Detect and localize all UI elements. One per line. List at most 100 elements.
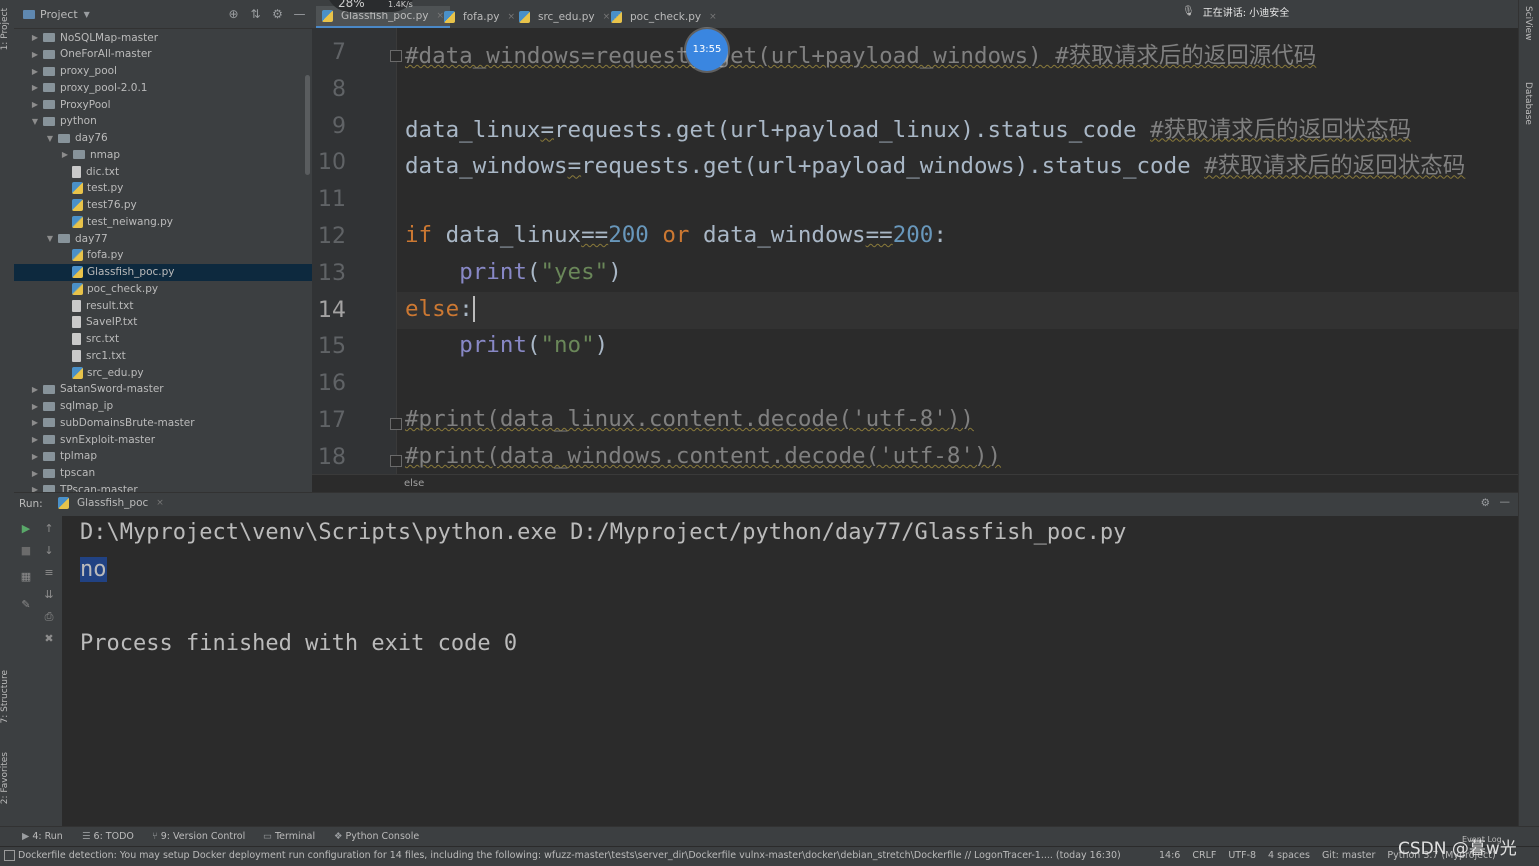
scroll-to-end-icon[interactable]: ⇊: [42, 588, 56, 602]
chevron-right-icon[interactable]: ▶: [30, 33, 40, 42]
soft-wrap-icon[interactable]: ≡: [42, 566, 56, 580]
chevron-down-icon[interactable]: ▼: [45, 234, 55, 243]
chevron-right-icon[interactable]: ▶: [30, 67, 40, 76]
chevron-right-icon[interactable]: ▶: [30, 402, 40, 411]
tree-item[interactable]: ▶ SatanSword-master: [14, 381, 312, 398]
code-line[interactable]: #print(data_windows.content.decode('utf-…: [405, 443, 1001, 469]
chevron-down-icon[interactable]: ▼: [84, 10, 90, 19]
project-tool-tab[interactable]: 1: Project: [0, 8, 14, 50]
project-title[interactable]: Project: [40, 8, 78, 21]
tree-item[interactable]: ▶ sqlmap_ip: [14, 398, 312, 415]
fold-marker-icon[interactable]: [390, 418, 402, 430]
editor-tab[interactable]: poc_check.py ×: [605, 6, 723, 28]
gear-icon[interactable]: ⚙: [271, 8, 284, 21]
tree-item[interactable]: test76.py: [14, 197, 312, 214]
chevron-right-icon[interactable]: ▶: [30, 485, 40, 492]
favorites-tool-tab[interactable]: 2: Favorites: [0, 752, 14, 804]
chevron-right-icon[interactable]: ▶: [30, 385, 40, 394]
run-console[interactable]: D:\Myproject\venv\Scripts\python.exe D:/…: [62, 516, 1518, 826]
file-encoding[interactable]: UTF-8: [1228, 850, 1256, 861]
tree-item[interactable]: src.txt: [14, 331, 312, 348]
layout-icon[interactable]: ▦: [19, 570, 33, 584]
tree-item[interactable]: ▶ subDomainsBrute-master: [14, 414, 312, 431]
tree-item[interactable]: ▶ proxy_pool: [14, 63, 312, 80]
editor-tab[interactable]: fofa.py ×: [438, 6, 521, 28]
chevron-right-icon[interactable]: ▶: [30, 452, 40, 461]
caret-position[interactable]: 14:6: [1159, 850, 1180, 861]
tree-item[interactable]: result.txt: [14, 297, 312, 314]
tree-item[interactable]: src_edu.py: [14, 364, 312, 381]
tree-item[interactable]: fofa.py: [14, 247, 312, 264]
code-line[interactable]: data_windows=requests.get(url+payload_wi…: [405, 148, 1465, 180]
gear-icon[interactable]: ⚙: [1481, 497, 1490, 509]
sciview-tool-tab[interactable]: SciView: [1523, 6, 1533, 41]
tree-item[interactable]: SaveIP.txt: [14, 314, 312, 331]
tool-window-tab[interactable]: ▭ Terminal: [263, 831, 315, 842]
code-line[interactable]: if data_linux==200 or data_windows==200:: [405, 222, 947, 248]
status-message[interactable]: Dockerfile detection: You may setup Dock…: [18, 850, 1121, 861]
tree-item[interactable]: ▶ tplmap: [14, 448, 312, 465]
fold-marker-icon[interactable]: [390, 454, 402, 467]
close-icon[interactable]: ×: [709, 12, 717, 22]
chevron-down-icon[interactable]: ▼: [45, 134, 55, 143]
hide-icon[interactable]: —: [293, 8, 306, 21]
indent-setting[interactable]: 4 spaces: [1268, 850, 1310, 861]
code-editor[interactable]: 7 8 9 10 11 12 13 14 15 16 17 18 #data_windows=requ…: [312, 28, 1518, 474]
close-icon[interactable]: ×: [156, 498, 164, 508]
tool-window-tab[interactable]: ❖ Python Console: [334, 831, 419, 842]
arrow-up-icon[interactable]: ↑: [42, 522, 56, 536]
tree-item[interactable]: ▶ ProxyPool: [14, 96, 312, 113]
hide-icon[interactable]: —: [1500, 496, 1511, 508]
git-branch[interactable]: Git: master: [1322, 850, 1375, 861]
tree-item[interactable]: src1.txt: [14, 347, 312, 364]
tree-item[interactable]: Glassfish_poc.py: [14, 263, 312, 281]
chevron-right-icon[interactable]: ▶: [30, 469, 40, 478]
code-line[interactable]: #data_windows=requests.get(url+payload_w…: [405, 38, 1316, 70]
collapse-all-icon[interactable]: ⇅: [249, 8, 262, 21]
breadcrumb-item[interactable]: else: [404, 478, 424, 489]
tree-item[interactable]: ▶ svnExploit-master: [14, 431, 312, 448]
chevron-right-icon[interactable]: ▶: [30, 100, 40, 109]
code-line[interactable]: #print(data_linux.content.decode('utf-8'…: [405, 406, 974, 432]
tree-item[interactable]: ▶ NoSQLMap-master: [14, 29, 312, 46]
locate-icon[interactable]: ⊕: [227, 8, 240, 21]
tree-item[interactable]: ▶ nmap: [14, 146, 312, 163]
tree-item[interactable]: test_neiwang.py: [14, 213, 312, 230]
structure-tool-tab[interactable]: 7: Structure: [0, 670, 14, 724]
fold-marker-icon[interactable]: [390, 50, 402, 62]
code-line[interactable]: print("no"): [405, 332, 608, 358]
code-line[interactable]: else:: [405, 296, 475, 323]
chevron-right-icon[interactable]: ▶: [60, 150, 70, 159]
tree-item[interactable]: ▶ proxy_pool-2.0.1: [14, 79, 312, 96]
code-line[interactable]: print("yes"): [405, 259, 622, 285]
rerun-icon[interactable]: ▶: [19, 522, 33, 536]
tree-item[interactable]: ▶ TPscan-master: [14, 481, 312, 492]
tree-item[interactable]: ▼ day77: [14, 230, 312, 247]
tree-item[interactable]: ▶ OneForAll-master: [14, 46, 312, 63]
tree-item[interactable]: ▼ python: [14, 113, 312, 130]
print-icon[interactable]: ⎙: [42, 610, 56, 624]
chevron-right-icon[interactable]: ▶: [30, 50, 40, 59]
database-tool-tab[interactable]: Database: [1523, 82, 1533, 125]
code-line[interactable]: data_linux=requests.get(url+payload_linu…: [405, 112, 1411, 144]
run-config-tab[interactable]: Glassfish_poc ×: [58, 497, 164, 509]
tool-window-tab[interactable]: ⑂ 9: Version Control: [152, 831, 245, 842]
tree-item[interactable]: poc_check.py: [14, 280, 312, 297]
tree-item[interactable]: ▶ tpscan: [14, 465, 312, 482]
tree-item[interactable]: ▼ day76: [14, 130, 312, 147]
stop-icon[interactable]: ■: [19, 544, 33, 558]
arrow-down-icon[interactable]: ↓: [42, 544, 56, 558]
chevron-right-icon[interactable]: ▶: [30, 83, 40, 92]
tree-item[interactable]: test.py: [14, 180, 312, 197]
pin-icon[interactable]: ✎: [19, 598, 33, 612]
trash-icon[interactable]: ✖: [42, 632, 56, 646]
chevron-right-icon[interactable]: ▶: [30, 435, 40, 444]
tree-item[interactable]: dic.txt: [14, 163, 312, 180]
chevron-right-icon[interactable]: ▶: [30, 418, 40, 427]
chevron-down-icon[interactable]: ▼: [30, 117, 40, 126]
tool-window-tab[interactable]: ☰ 6: TODO: [82, 831, 134, 842]
line-separator[interactable]: CRLF: [1192, 850, 1216, 861]
project-tree-scrollbar[interactable]: [305, 75, 310, 175]
tool-window-tab[interactable]: ▶ 4: Run: [22, 831, 63, 842]
editor-tab[interactable]: src_edu.py ×: [513, 6, 616, 28]
